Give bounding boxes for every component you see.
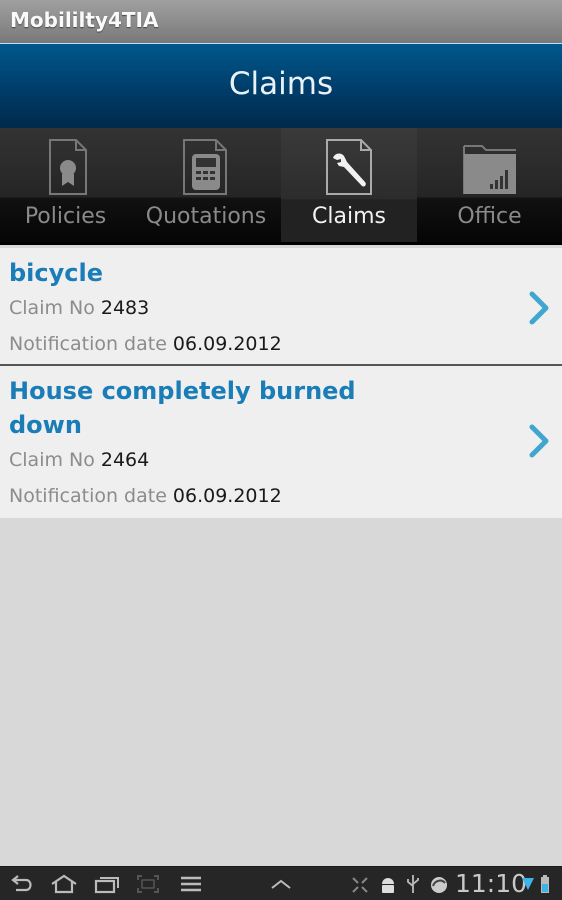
home-icon[interactable] [50,874,78,894]
tab-quotations[interactable]: Quotations [131,128,281,242]
claim-list-item[interactable]: House completely burned down Claim No 246… [0,366,562,518]
notification-date-row: Notification date 06.09.2012 [9,326,553,362]
folder-chart-icon [462,145,516,194]
chevron-right-icon[interactable] [526,421,552,461]
screenshot-icon[interactable] [136,874,160,894]
usb-icon [407,875,419,893]
notification-date-label: Notification date [9,485,167,507]
chevron-right-icon[interactable] [526,288,552,328]
claim-no-row: Claim No 2483 [9,290,553,326]
notification-date-row: Notification date 06.09.2012 [9,478,553,514]
sync-icon [431,877,447,893]
tab-label: Office [457,204,522,229]
notification-date-value: 06.09.2012 [172,485,282,507]
claim-title: House completely burned down [9,377,356,439]
wrench-document-icon [326,139,372,195]
tab-policies[interactable]: Policies [0,128,131,242]
wifi-icon [522,878,534,890]
claims-list: bicycle Claim No 2483 Notification date 06… [0,248,562,518]
claim-no-value: 2464 [100,449,150,471]
back-icon[interactable] [10,874,34,894]
claim-title: bicycle [9,259,104,287]
header-bar: Claims [0,44,562,128]
tab-label: Claims [312,204,386,229]
clock: 11:10 [455,869,528,898]
menu-icon[interactable] [180,874,202,894]
tab-claims[interactable]: Claims [281,128,417,242]
notification-date-label: Notification date [9,333,167,355]
fullscreen-icon [352,877,368,893]
claim-no-label: Claim No [9,449,95,471]
page-title: Claims [228,66,334,102]
tab-label: Policies [24,204,107,229]
app-titlebar: Mobililty4TIA [0,0,562,43]
notification-date-value: 06.09.2012 [172,333,282,355]
claim-no-row: Claim No 2464 [9,442,553,478]
claim-no-value: 2483 [100,297,150,319]
tab-office[interactable]: Office [417,128,562,242]
claim-list-item[interactable]: bicycle Claim No 2483 Notification date 06… [0,248,562,366]
claim-no-label: Claim No [9,297,95,319]
android-debug-icon [382,878,394,893]
tab-label: Quotations [145,204,267,229]
certificate-document-icon [48,139,87,195]
recent-apps-icon[interactable] [94,874,120,894]
app-title: Mobililty4TIA [10,8,159,32]
tab-bar: Policies Quotations Claims Office [0,128,562,245]
battery-icon [541,875,549,893]
system-navigation-bar: 11:10 [0,866,562,900]
up-chevron-icon[interactable] [270,874,292,894]
calculator-document-icon [183,139,227,195]
